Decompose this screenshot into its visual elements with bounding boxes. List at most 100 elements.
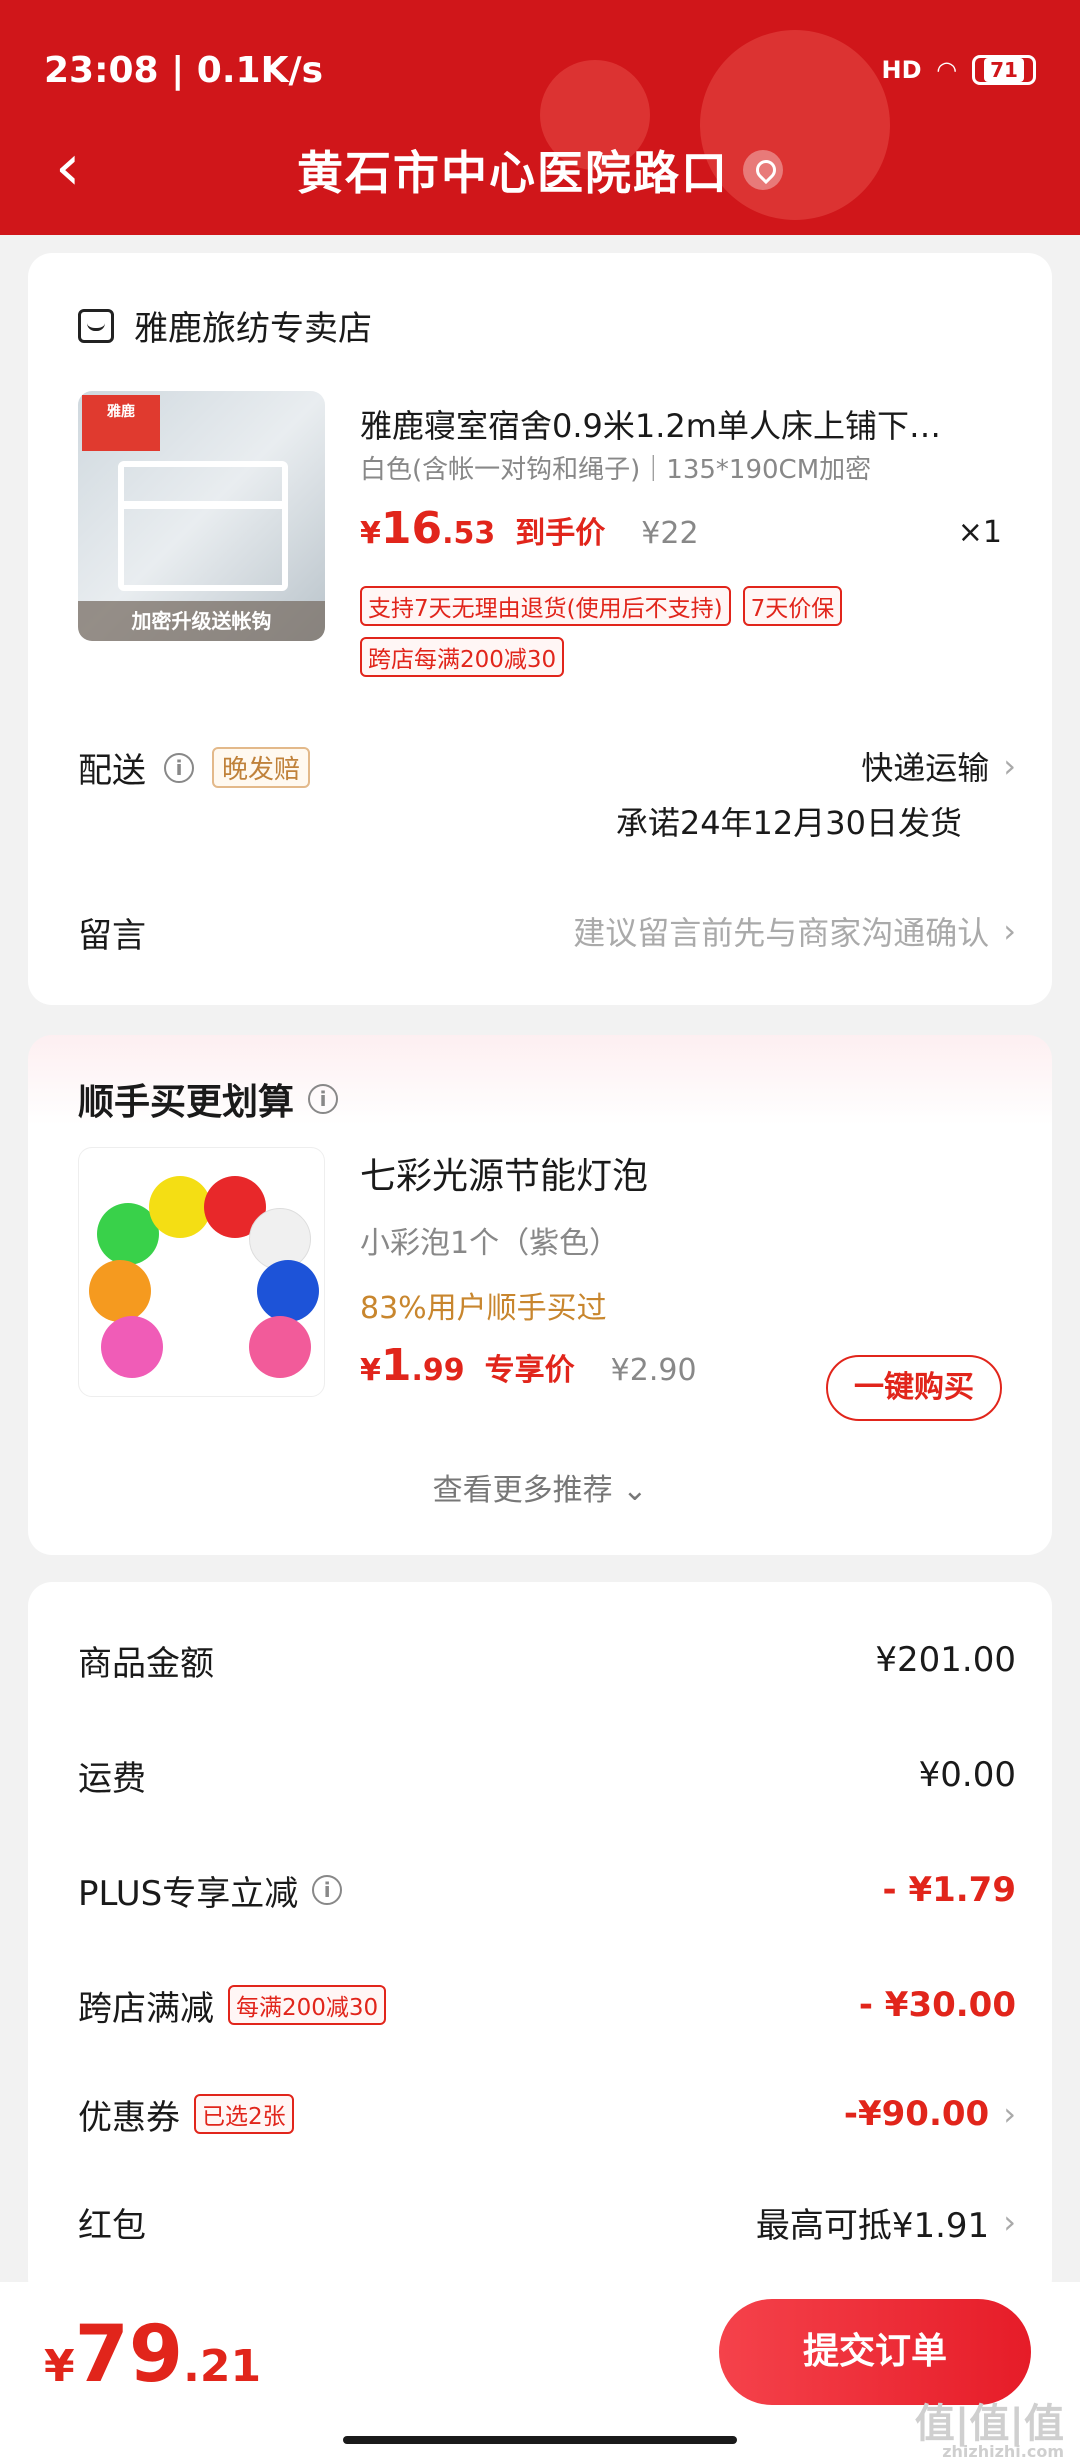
original-price: ¥2.90	[610, 1353, 697, 1388]
shipping-label: 运费	[78, 1758, 146, 1799]
store-row[interactable]: 雅鹿旅纺专卖店	[78, 301, 372, 350]
promo-tags: 跨店每满200减30	[360, 637, 565, 677]
info-icon[interactable]: i	[308, 1084, 339, 1114]
service-tags: 支持7天无理由退货(使用后不支持) 7天价保	[360, 586, 843, 626]
cross-store-badge: 每满200减30	[228, 1985, 387, 2025]
battery-icon: 71	[972, 55, 1036, 85]
price-decimal: .53	[442, 516, 496, 551]
cross-store-value: - ¥30.00	[858, 1985, 1016, 2025]
bulb-price: ¥ 1 .99 专享价 ¥2.90	[360, 1340, 697, 1391]
bed-frame-illustration	[118, 461, 288, 591]
bulb-orange	[89, 1260, 151, 1322]
message-field[interactable]: 建议留言前先与商家沟通确认 ›	[573, 908, 1016, 954]
status-bar: 23:08 | 0.1K/s HD ◠ 71	[44, 45, 1036, 95]
more-recommend-link[interactable]: 查看更多推荐 ⌄	[28, 1465, 1052, 1509]
product-name[interactable]: 雅鹿寝室宿舍0.9米1.2m单人床上铺下…	[360, 401, 1000, 447]
delivery-label: 配送	[78, 751, 146, 791]
back-arrow-icon[interactable]: ‹	[55, 136, 115, 200]
shipping-value: ¥0.00	[918, 1755, 1016, 1795]
header-bar: 23:08 | 0.1K/s HD ◠ 71 ‹ 黄石市中心医院路口	[0, 0, 1080, 235]
redpack-value: 最高可抵¥1.91	[755, 2205, 990, 2246]
bulb-pink-left	[101, 1316, 163, 1378]
total-decimal: .21	[183, 2341, 262, 2392]
price-label: 专享价	[484, 1353, 575, 1388]
watermark: 值|值|值 zhizhizhi.com	[915, 2404, 1064, 2460]
price-integer: 16	[380, 503, 443, 554]
watermark-main: 值|值|值	[914, 2401, 1064, 2447]
location-pin-icon[interactable]	[743, 150, 783, 190]
delivery-promise-text: 承诺24年12月30日发货	[615, 804, 962, 842]
coupon-row[interactable]: 优惠券 已选2张 -¥90.00 ›	[78, 2084, 1016, 2144]
total-integer: 79	[74, 2310, 184, 2400]
delivery-method-text: 快递运输	[861, 749, 990, 787]
total-price: ¥ 79 .21	[44, 2310, 261, 2400]
total-symbol: ¥	[44, 2341, 75, 2392]
recommend-title-text: 顺手买更划算	[78, 1082, 295, 1123]
plus-discount-label: PLUS专享立减	[78, 1873, 299, 1914]
plus-discount-value: - ¥1.79	[882, 1870, 1017, 1910]
shipping-row: 运费 ¥0.00	[78, 1745, 1016, 1805]
goods-amount-label: 商品金额	[78, 1643, 214, 1684]
coupon-value: -¥90.00	[843, 2094, 990, 2134]
image-banner: 加密升级送帐钩	[78, 601, 325, 641]
status-time: 23:08 | 0.1K/s	[44, 49, 324, 91]
goods-amount-row: 商品金额 ¥201.00	[78, 1630, 1016, 1690]
product-price: ¥ 16 .53 到手价 ¥22	[360, 503, 699, 554]
price-symbol: ¥	[360, 1353, 381, 1388]
price-integer: 1	[380, 1340, 412, 1391]
summary-card: 商品金额 ¥201.00 运费 ¥0.00 PLUS专享立减 i - ¥1.79 …	[28, 1582, 1052, 2302]
status-icons: HD ◠ 71	[882, 55, 1036, 85]
bed-rail-illustration	[118, 501, 288, 509]
cross-store-row: 跨店满减 每满200减30 - ¥30.00	[78, 1975, 1016, 2035]
wifi-icon: ◠	[937, 56, 956, 84]
home-indicator[interactable]	[343, 2436, 737, 2444]
chevron-right-icon: ›	[1003, 912, 1016, 950]
bulb-yellow	[149, 1176, 211, 1238]
original-price: ¥22	[641, 516, 699, 551]
signal-icon: HD	[881, 56, 922, 84]
bulb-name[interactable]: 七彩光源节能灯泡	[360, 1147, 648, 1199]
order-card: 雅鹿旅纺专卖店 雅鹿 加密升级送帐钩 雅鹿寝室宿舍0.9米1.2m单人床上铺下……	[28, 253, 1052, 1005]
one-click-buy-button[interactable]: 一键购买	[826, 1355, 1002, 1421]
recommend-title: 顺手买更划算 i	[78, 1073, 339, 1125]
delivery-promise: 承诺24年12月30日发货	[616, 798, 962, 844]
info-icon[interactable]: i	[164, 752, 194, 783]
delivery-method[interactable]: 快递运输 ›	[861, 743, 1016, 789]
cross-store-label: 跨店满减	[78, 1988, 214, 2029]
redpack-label: 红包	[78, 2205, 146, 2246]
bulb-product-image[interactable]	[78, 1147, 325, 1397]
redpack-row[interactable]: 红包 最高可抵¥1.91 ›	[78, 2192, 1016, 2252]
store-name[interactable]: 雅鹿旅纺专卖店	[134, 301, 372, 350]
recommend-card: 顺手买更划算 i 七彩光源节能灯泡 小彩泡1个（紫色） 83%用户顺手买过 ¥ …	[28, 1035, 1052, 1555]
bulb-spec: 小彩泡1个（紫色）	[360, 1226, 620, 1261]
price-symbol: ¥	[360, 516, 381, 551]
return-policy-tag: 支持7天无理由退货(使用后不支持)	[360, 586, 731, 626]
price-label: 到手价	[515, 516, 606, 551]
goods-amount-value: ¥201.00	[875, 1640, 1016, 1680]
cross-store-promo-tag: 跨店每满200减30	[360, 637, 565, 677]
delivery-row: 配送 i 晚发赔	[78, 743, 311, 792]
page-title[interactable]: 黄石市中心医院路口	[297, 137, 729, 203]
bulb-pink-right	[249, 1316, 311, 1378]
price-protect-tag: 7天价保	[742, 586, 843, 626]
message-placeholder: 建议留言前先与商家沟通确认	[573, 914, 990, 952]
coupon-label: 优惠券	[78, 2097, 180, 2138]
late-compensation-badge: 晚发赔	[212, 747, 311, 788]
quantity: ×1	[957, 515, 1002, 550]
bulb-blue	[257, 1260, 319, 1322]
product-image[interactable]: 雅鹿 加密升级送帐钩	[78, 391, 325, 641]
chevron-right-icon: ›	[1003, 747, 1016, 785]
brand-logo: 雅鹿	[82, 395, 160, 451]
chevron-right-icon: ›	[1003, 2095, 1016, 2133]
buy-stat: 83%用户顺手买过	[360, 1291, 607, 1326]
price-decimal: .99	[411, 1353, 465, 1388]
submit-order-button[interactable]: 提交订单	[719, 2299, 1031, 2405]
message-label: 留言	[78, 916, 146, 956]
info-icon[interactable]: i	[312, 1875, 343, 1905]
coupon-badge: 已选2张	[194, 2094, 294, 2134]
nav-bar: ‹ 黄石市中心医院路口	[0, 130, 1080, 210]
plus-discount-row: PLUS专享立减 i - ¥1.79	[78, 1860, 1016, 1920]
product-spec[interactable]: 白色(含帐一对钩和绳子)｜135*190CM加密	[360, 449, 871, 486]
store-icon	[78, 308, 114, 343]
bottom-bar: ¥ 79 .21 提交订单 值|值|值 zhizhizhi.com	[0, 2282, 1080, 2460]
